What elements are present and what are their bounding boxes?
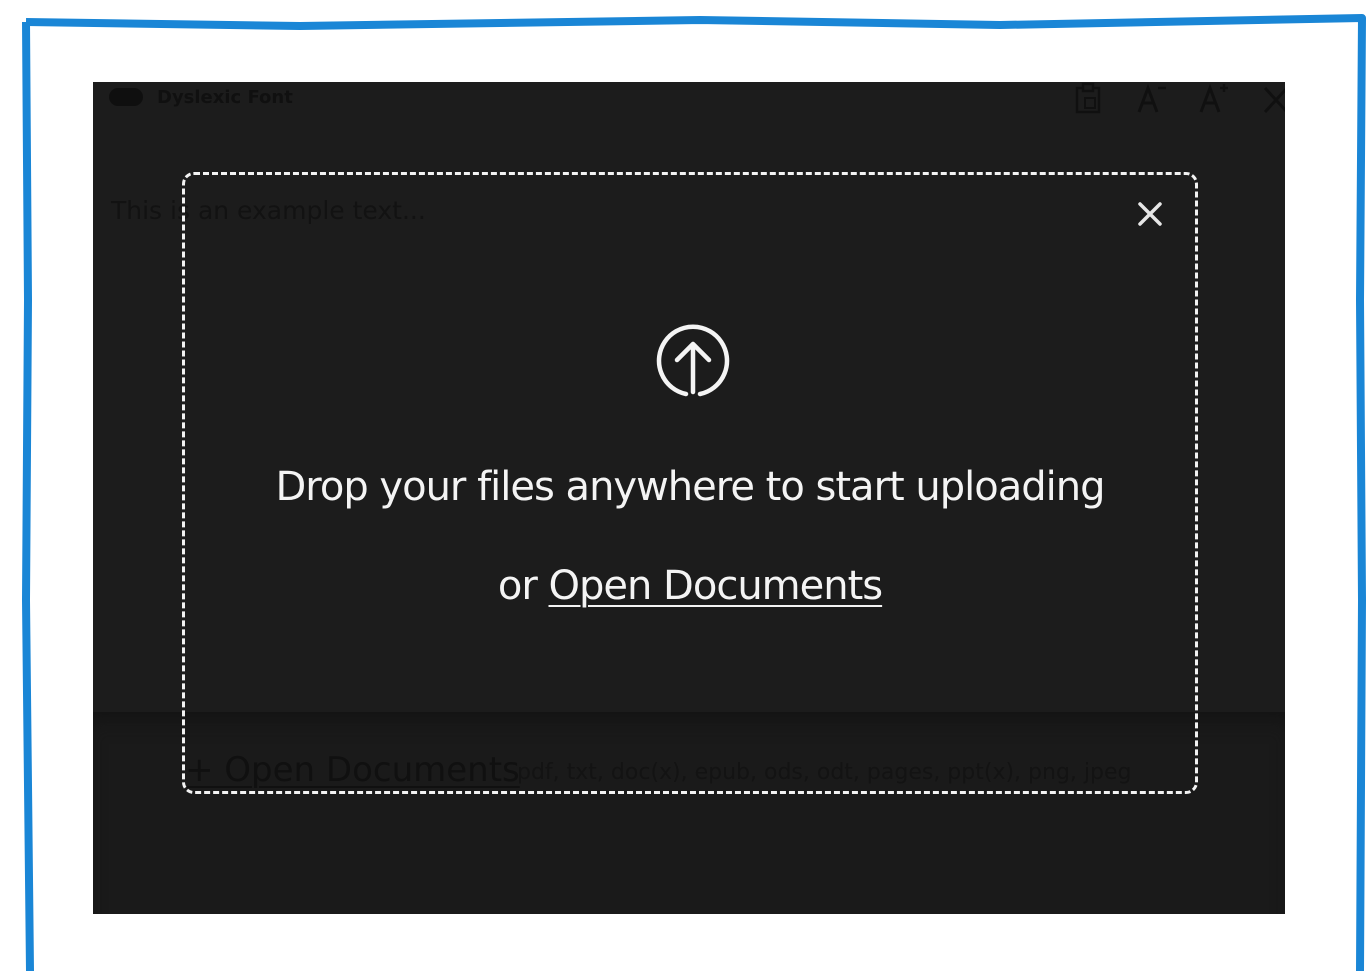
toolbar: Dyslexic Font xyxy=(93,82,1285,114)
or-text: or xyxy=(497,563,538,609)
app-window: Dyslexic Font This is an example text...… xyxy=(93,82,1285,914)
close-icon[interactable] xyxy=(1135,199,1165,229)
open-documents-button[interactable]: Open Documents xyxy=(549,563,884,609)
close-icon[interactable] xyxy=(1257,82,1285,116)
dyslexic-font-toggle[interactable] xyxy=(109,88,143,106)
upload-icon xyxy=(656,324,730,397)
clipboard-icon[interactable] xyxy=(1071,82,1107,116)
dyslexic-font-label: Dyslexic Font xyxy=(157,87,293,108)
decrease-font-icon[interactable] xyxy=(1133,82,1169,116)
drop-title: Drop your files anywhere to start upload… xyxy=(275,464,1105,510)
drop-subtitle: or Open Documents xyxy=(185,563,1195,609)
increase-font-icon[interactable] xyxy=(1195,82,1231,116)
drop-zone[interactable]: Drop your files anywhere to start upload… xyxy=(182,172,1198,794)
